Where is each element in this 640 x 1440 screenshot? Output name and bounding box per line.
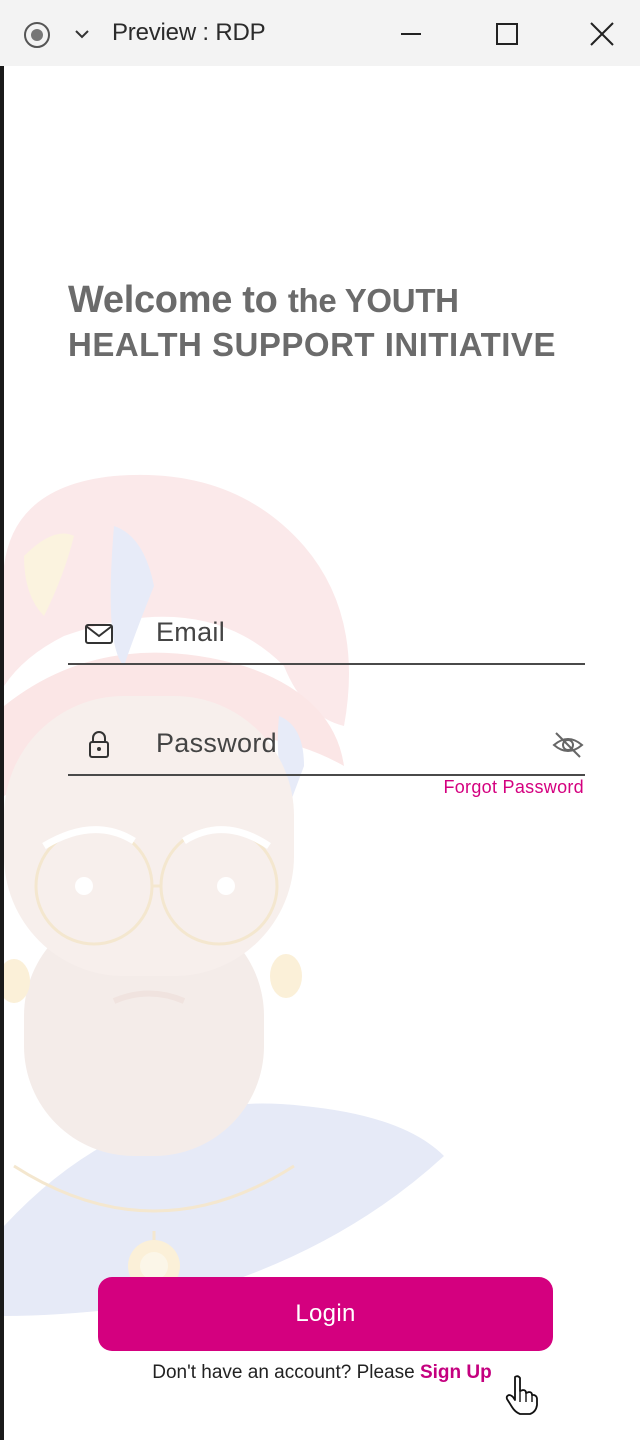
signup-prompt-text: Don't have an account? Please	[152, 1362, 420, 1383]
close-icon[interactable]	[582, 14, 622, 54]
email-placeholder: Email	[156, 617, 226, 647]
login-screen: Welcome to the YOUTH HEALTH SUPPORT INIT…	[4, 66, 640, 1440]
record-icon[interactable]	[23, 21, 51, 49]
email-field[interactable]: Email	[68, 603, 585, 665]
lock-icon	[89, 731, 109, 758]
login-button-label: Login	[295, 1300, 356, 1327]
signup-link[interactable]: Sign Up	[420, 1362, 492, 1383]
maximize-icon[interactable]	[487, 14, 527, 54]
window-title: Preview : RDP	[112, 19, 266, 46]
chevron-down-icon[interactable]	[71, 23, 93, 45]
password-field[interactable]: Password	[68, 714, 585, 776]
eye-off-icon[interactable]	[551, 728, 585, 762]
mail-icon	[85, 624, 113, 644]
welcome-line-2: HEALTH SUPPORT INITIATIVE	[68, 326, 556, 363]
minimize-icon[interactable]	[391, 14, 431, 54]
woman-illustration	[4, 474, 444, 1316]
login-button[interactable]: Login	[98, 1277, 553, 1351]
welcome-text-2: the YOUTH	[287, 282, 459, 319]
welcome-heading: Welcome to the YOUTH HEALTH SUPPORT INIT…	[68, 278, 556, 367]
window-titlebar: Preview : RDP	[0, 0, 640, 66]
password-placeholder: Password	[156, 728, 277, 758]
forgot-password-link[interactable]: Forgot Password	[443, 777, 584, 798]
hand-cursor-icon	[505, 1375, 538, 1415]
welcome-text: Welcome to	[68, 279, 278, 321]
signup-prompt: Don't have an account? Please Sign Up	[4, 1362, 640, 1384]
